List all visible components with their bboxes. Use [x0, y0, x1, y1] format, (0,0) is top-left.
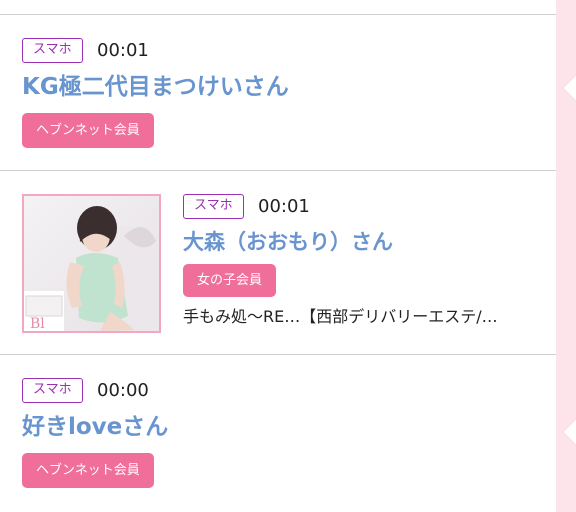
visitor-entry: スマホ 00:00 好きloveさん ヘブンネット会員 — [0, 355, 556, 512]
visitor-name-link[interactable]: KG極二代目まつけいさん — [22, 72, 289, 102]
visitor-entry: Bl スマホ 00:01 大森（おおもり）さん 女の子会員 手もみ処〜RE…【西… — [0, 171, 556, 354]
visit-time: 00:00 — [97, 380, 149, 401]
member-type-button[interactable]: 女の子会員 — [183, 264, 277, 297]
svg-text:Bl: Bl — [30, 316, 45, 331]
visitor-list: スマホ 00:01 KG極二代目まつけいさん ヘブンネット会員 Bl スマホ 0… — [0, 0, 576, 512]
device-badge: スマホ — [183, 194, 244, 219]
shop-name-link[interactable]: 手もみ処〜RE…【西部デリバリーエステ/… — [183, 306, 498, 328]
visitor-name-link[interactable]: 好きloveさん — [22, 412, 168, 442]
device-badge: スマホ — [22, 378, 83, 403]
member-type-button[interactable]: ヘブンネット会員 — [22, 113, 154, 148]
visitor-entry: スマホ 00:01 KG極二代目まつけいさん ヘブンネット会員 — [0, 15, 556, 170]
chevron-left-icon — [564, 420, 576, 444]
visit-time: 00:01 — [97, 40, 149, 61]
device-badge: スマホ — [22, 38, 83, 63]
girl-photo-thumbnail-icon: Bl — [24, 196, 159, 331]
member-type-button[interactable]: ヘブンネット会員 — [22, 453, 154, 488]
visitor-name-link[interactable]: 大森（おおもり）さん — [183, 227, 393, 257]
visit-time: 00:01 — [258, 196, 310, 217]
chevron-left-icon — [564, 76, 576, 100]
visitor-photo[interactable]: Bl — [22, 194, 161, 333]
